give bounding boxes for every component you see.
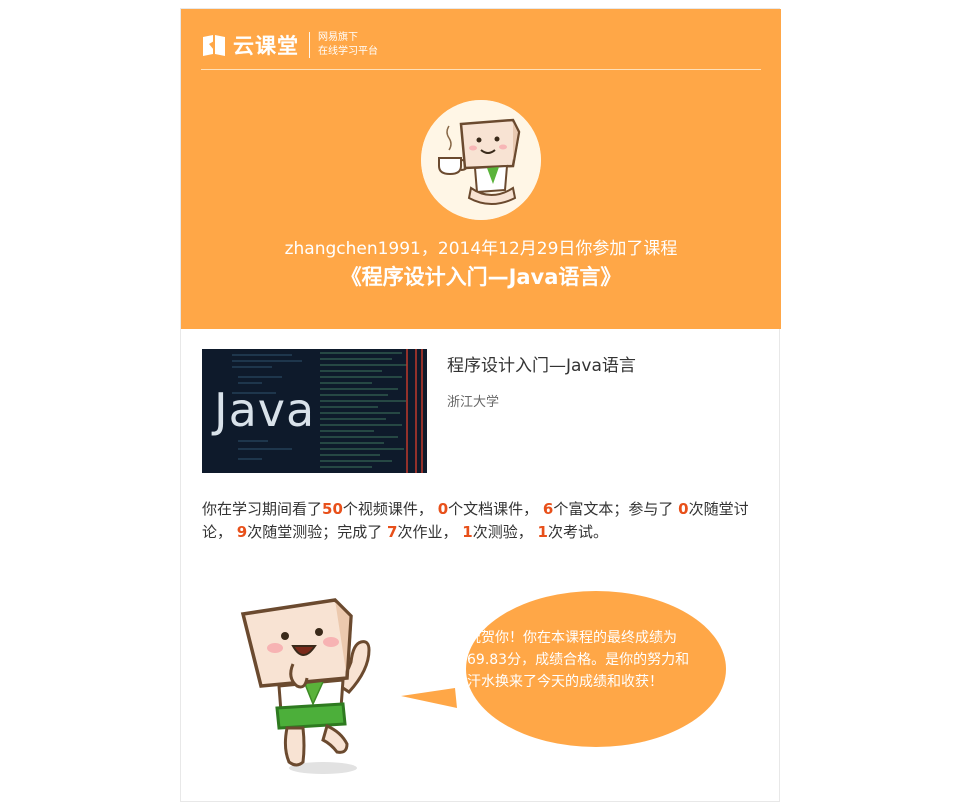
stats-text: 个视频课件， [342, 500, 433, 518]
learning-stats: 你在学习期间看了50个视频课件， 0个文档课件， 6个富文本；参与了 0次随堂讨… [202, 498, 767, 544]
discussion-count: 0 [678, 500, 689, 518]
header-divider [201, 69, 761, 70]
mascot-avatar-icon [421, 100, 541, 220]
mascot-cheering-icon [240, 598, 371, 774]
brand-logo[interactable]: 云课堂 网易旗下 在线学习平台 [201, 27, 378, 63]
stats-text: 次考试。 [547, 523, 608, 541]
brand-name: 云课堂 [233, 34, 299, 58]
stats-text: 个富文本；参与了 [553, 500, 674, 518]
stats-text: 次测验， [472, 523, 533, 541]
video-count: 50 [322, 500, 343, 518]
header-banner: 云课堂 网易旗下 在线学习平台 zhangchen1991，2014年12月29… [181, 9, 781, 329]
thumbnail-java-text: Java [214, 383, 316, 437]
stats-text: 你在学习期间看了 [202, 500, 323, 518]
certificate-card: 云课堂 网易旗下 在线学习平台 zhangchen1991，2014年12月29… [180, 8, 781, 802]
course-name-link[interactable]: 程序设计入门—Java语言 [447, 351, 636, 376]
stats-text: 个文档课件， [448, 500, 539, 518]
test-count: 1 [462, 523, 473, 541]
course-thumbnail[interactable]: Java [202, 349, 427, 473]
brand-subtitle-line1: 网易旗下 [318, 32, 358, 43]
mascot-cheering [231, 584, 401, 784]
mascot-avatar [421, 100, 541, 220]
enrollment-intro: zhangchen1991，2014年12月29日你参加了课程 [284, 239, 678, 259]
brand-subtitle: 网易旗下 在线学习平台 [318, 31, 378, 59]
inclass-quiz-count: 9 [236, 523, 248, 541]
book-logo-icon [203, 35, 225, 56]
doc-count: 0 [437, 500, 449, 518]
exam-count: 1 [537, 523, 548, 541]
course-school: 浙江大学 [447, 395, 500, 410]
stats-text: 次随堂测验；完成了 [247, 523, 383, 541]
course-title-heading: 《程序设计入门—Java语言》 [340, 265, 622, 289]
richtext-count: 6 [542, 500, 554, 518]
brand-divider [309, 32, 310, 58]
homework-count: 7 [387, 523, 398, 541]
congratulation-message: 祝贺你！你在本课程的最终成绩为69.83分，成绩合格。是你的努力和汗水换来了今天… [467, 630, 690, 690]
brand-subtitle-line2: 在线学习平台 [318, 46, 378, 57]
stats-text: 次作业， [397, 523, 458, 541]
